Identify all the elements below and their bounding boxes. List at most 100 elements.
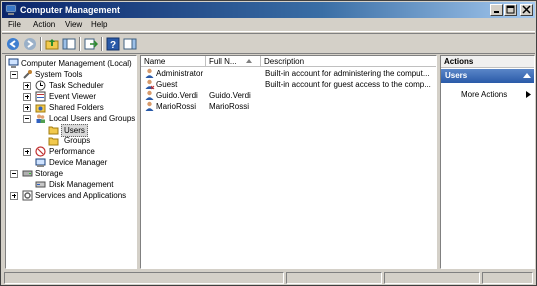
show-hide-action-pane-icon[interactable] bbox=[123, 37, 137, 51]
maximize-icon bbox=[506, 5, 515, 14]
tree-item-device-manager[interactable]: Device Manager bbox=[8, 157, 136, 168]
tree-item-system-tools[interactable]: System Tools bbox=[8, 69, 136, 80]
maximize-button[interactable] bbox=[504, 4, 517, 16]
folder-icon bbox=[48, 126, 59, 135]
menu-file[interactable]: File bbox=[8, 20, 21, 30]
computer-icon bbox=[8, 58, 19, 68]
tree-label-performance: Performance bbox=[49, 147, 95, 156]
svg-text:?: ? bbox=[110, 40, 116, 51]
cell-name: MarioRossi bbox=[156, 102, 197, 111]
tree-label-device-manager: Device Manager bbox=[49, 158, 108, 167]
expand-icon[interactable] bbox=[10, 192, 18, 200]
column-header-description[interactable]: Description bbox=[261, 56, 436, 67]
tree-item-task-scheduler[interactable]: Task Scheduler bbox=[8, 80, 136, 91]
help-icon[interactable]: ? bbox=[106, 37, 120, 51]
services-icon bbox=[22, 190, 33, 201]
tree-item-event-viewer[interactable]: Event Viewer bbox=[8, 91, 136, 102]
clock-icon bbox=[35, 80, 46, 91]
tools-icon bbox=[23, 70, 32, 79]
table-row[interactable]: MarioRossi MarioRossi bbox=[141, 101, 436, 112]
table-row[interactable]: Guest Built-in account for guest access … bbox=[141, 79, 436, 90]
user-icon bbox=[145, 79, 155, 90]
tree-item-services-apps[interactable]: Services and Applications bbox=[8, 190, 136, 201]
tree-item-performance[interactable]: Performance bbox=[8, 146, 136, 157]
toolbar-separator bbox=[40, 37, 42, 51]
more-actions-link[interactable]: More Actions bbox=[461, 89, 507, 100]
cell-description: Built-in account for administering the c… bbox=[265, 69, 430, 78]
tree-label-system-tools: System Tools bbox=[35, 70, 83, 79]
column-header-full-name[interactable]: Full N... bbox=[206, 56, 261, 67]
show-hide-tree-icon[interactable] bbox=[62, 37, 76, 51]
performance-icon bbox=[35, 146, 46, 157]
tree-label-services-apps: Services and Applications bbox=[35, 191, 127, 200]
tree-item-groups[interactable]: Groups bbox=[8, 135, 136, 146]
toolbar-separator bbox=[101, 37, 103, 51]
tree-label-root: Computer Management (Local) bbox=[21, 59, 132, 68]
folder-icon bbox=[48, 137, 59, 146]
expand-icon[interactable] bbox=[23, 148, 31, 156]
sort-ascending-icon bbox=[246, 59, 252, 63]
users-group-icon bbox=[36, 114, 45, 123]
column-header-name[interactable]: Name bbox=[141, 56, 206, 67]
table-row[interactable]: Administrator Built-in account for admin… bbox=[141, 68, 436, 79]
list-header: Name Full N... Description bbox=[141, 56, 436, 67]
tree-item-root[interactable]: Computer Management (Local) bbox=[8, 58, 136, 69]
expand-icon[interactable] bbox=[23, 93, 31, 101]
users-list-pane[interactable]: Name Full N... Description Administrator… bbox=[140, 55, 437, 269]
actions-section-label: Users bbox=[445, 71, 468, 80]
cell-full-name: MarioRossi bbox=[209, 102, 250, 111]
status-panel bbox=[4, 272, 284, 284]
menu-action[interactable]: Action bbox=[33, 20, 55, 30]
expand-icon[interactable] bbox=[23, 82, 31, 90]
collapse-icon[interactable] bbox=[10, 170, 18, 178]
table-row[interactable]: Guido.Verdi Guido.Verdi bbox=[141, 90, 436, 101]
forward-icon[interactable] bbox=[23, 37, 37, 51]
computer-management-icon bbox=[5, 4, 17, 15]
tree-label-storage: Storage bbox=[35, 169, 64, 178]
actions-pane: Actions Users More Actions bbox=[440, 55, 535, 269]
tree-label-task-scheduler: Task Scheduler bbox=[49, 81, 104, 90]
status-panel bbox=[482, 272, 533, 284]
tree-item-users[interactable]: Users bbox=[8, 124, 136, 137]
collapse-up-icon[interactable] bbox=[523, 72, 531, 78]
title-bar[interactable]: Computer Management bbox=[2, 2, 535, 18]
tree-item-disk-management[interactable]: Disk Management bbox=[8, 179, 136, 190]
column-header-full-name-label: Full N... bbox=[209, 57, 237, 66]
minimize-icon bbox=[494, 11, 499, 13]
status-bar bbox=[2, 271, 535, 285]
disk-icon bbox=[35, 181, 46, 188]
tree-item-storage[interactable]: Storage bbox=[8, 168, 136, 179]
column-header-name-label: Name bbox=[144, 57, 166, 66]
tree-label-disk-management: Disk Management bbox=[49, 180, 114, 189]
collapse-icon[interactable] bbox=[23, 115, 31, 123]
minimize-button[interactable] bbox=[490, 4, 503, 16]
cell-name: Administrator bbox=[156, 69, 204, 78]
tree-item-shared-folders[interactable]: Shared Folders bbox=[8, 102, 136, 113]
expand-icon[interactable] bbox=[23, 104, 31, 112]
tree-item-local-users-groups[interactable]: Local Users and Groups bbox=[8, 113, 136, 124]
toolbar-separator bbox=[79, 37, 81, 51]
menu-view[interactable]: View bbox=[65, 20, 82, 30]
computer-management-window: Computer Management File Action View Hel… bbox=[0, 0, 537, 286]
menu-help[interactable]: Help bbox=[91, 20, 107, 30]
window-title: Computer Management bbox=[20, 5, 121, 15]
export-icon[interactable] bbox=[84, 37, 98, 51]
user-icon bbox=[145, 68, 154, 78]
actions-section-users[interactable]: Users bbox=[441, 69, 534, 83]
tree-label-event-viewer: Event Viewer bbox=[49, 92, 96, 101]
tree-label-shared-folders: Shared Folders bbox=[49, 103, 104, 112]
console-tree-pane[interactable]: Computer Management (Local) System Tools… bbox=[5, 55, 137, 269]
cell-name: Guido.Verdi bbox=[156, 91, 198, 100]
status-panel bbox=[384, 272, 480, 284]
tree-label-local-users-groups: Local Users and Groups bbox=[49, 114, 136, 123]
back-icon[interactable] bbox=[6, 37, 20, 51]
tree-label-groups: Groups bbox=[64, 136, 91, 145]
toolbar: ? bbox=[2, 33, 535, 54]
cell-description: Built-in account for guest access to the… bbox=[265, 80, 431, 89]
storage-icon bbox=[22, 170, 33, 177]
close-button[interactable] bbox=[520, 4, 533, 16]
collapse-icon[interactable] bbox=[10, 71, 18, 79]
user-icon bbox=[145, 101, 154, 111]
cell-name: Guest bbox=[156, 80, 178, 89]
up-folder-icon[interactable] bbox=[45, 37, 59, 51]
